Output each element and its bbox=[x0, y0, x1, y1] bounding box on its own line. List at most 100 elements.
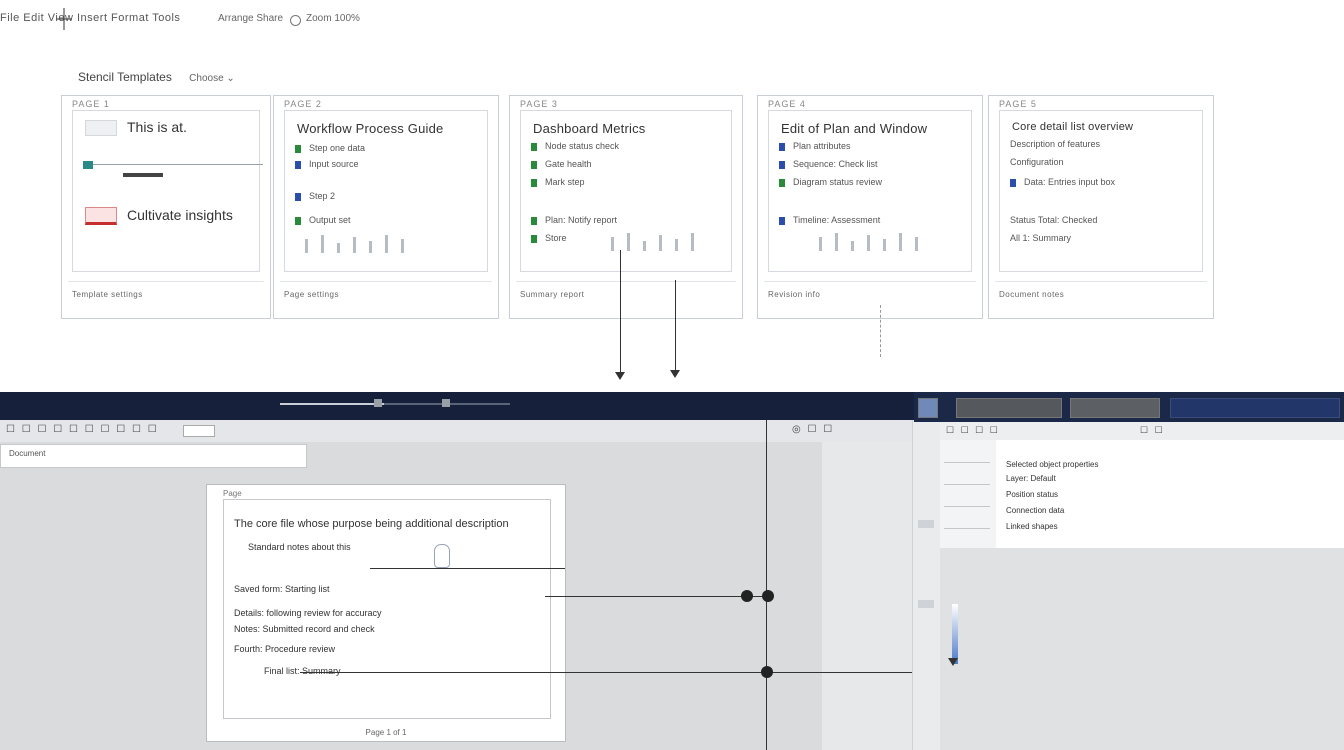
slider-chip bbox=[123, 173, 163, 177]
panel-row-text: Output set bbox=[309, 215, 351, 225]
mini-bars bbox=[809, 229, 951, 251]
template-panel-5[interactable]: PAGE 5 Core detail list overview Descrip… bbox=[988, 95, 1214, 319]
panel-row: Cultivate insights bbox=[85, 207, 233, 226]
panel-row-text: Plan: Notify report bbox=[545, 215, 618, 225]
panel-row: Gate health bbox=[531, 159, 592, 169]
zoom-control[interactable]: Zoom 100% bbox=[306, 13, 360, 24]
template-panel-2[interactable]: PAGE 2 Workflow Process Guide Step one d… bbox=[273, 95, 499, 319]
inspector-line: Position status bbox=[1006, 490, 1059, 499]
inspector-line: Linked shapes bbox=[1006, 522, 1058, 531]
panel-row-text: Description of features bbox=[1010, 139, 1101, 149]
document-line: Details: following review for accuracy bbox=[234, 608, 382, 618]
panel-footer-text: Summary report bbox=[520, 290, 585, 299]
document-page[interactable]: Page The core file whose purpose being a… bbox=[206, 484, 566, 742]
panel-title: Dashboard Metrics bbox=[533, 121, 646, 136]
panel-title: Workflow Process Guide bbox=[297, 121, 444, 136]
panel-row-text: Mark step bbox=[545, 177, 585, 187]
panel-row-text: Timeline: Assessment bbox=[793, 215, 881, 225]
progress-marker-icon bbox=[374, 399, 382, 407]
inspector-tools[interactable]: ☐ ☐ ☐ ☐ bbox=[946, 425, 1000, 436]
connector-line bbox=[766, 420, 767, 750]
document-body: The core file whose purpose being additi… bbox=[223, 499, 551, 719]
panel-header: PAGE 3 bbox=[520, 99, 558, 109]
thumbnail-tab[interactable] bbox=[1070, 398, 1160, 418]
panel-row-text: This is at. bbox=[127, 119, 187, 135]
inspector-panel: Selected object properties Layer: Defaul… bbox=[996, 440, 1344, 549]
panel-row: Description of features bbox=[1010, 139, 1100, 149]
panel-footer-text: Document notes bbox=[999, 290, 1065, 299]
inspector-toolbar: ☐ ☐ ☐ ☐ ☐ ☐ bbox=[940, 422, 1344, 441]
template-panel-1[interactable]: PAGE 1 This is at. Cultivate insights Te… bbox=[61, 95, 271, 319]
progress-marker-icon bbox=[442, 399, 450, 407]
document-line: Fourth: Procedure review bbox=[234, 644, 336, 654]
document-line: Standard notes about this bbox=[248, 542, 351, 552]
panel-row: All 1: Summary bbox=[1010, 233, 1071, 243]
panel-footer-text: Template settings bbox=[72, 290, 143, 299]
status-green-icon bbox=[295, 144, 301, 153]
panel-row: Data: Entries input box bbox=[1010, 177, 1115, 187]
panel-row: Plan attributes bbox=[779, 141, 851, 151]
panel-row: Timeline: Assessment bbox=[779, 215, 880, 225]
mini-bars bbox=[295, 231, 467, 253]
inspector-titlebar bbox=[914, 392, 1344, 422]
slider-knob[interactable] bbox=[83, 161, 93, 169]
panel-footer: Revision info bbox=[764, 281, 976, 304]
progress-fill bbox=[280, 403, 384, 405]
arrange-menu[interactable]: Arrange Share bbox=[218, 13, 283, 24]
connector-line bbox=[545, 596, 770, 597]
zoom-icon[interactable] bbox=[290, 15, 301, 26]
panel-row-text: Node status check bbox=[545, 141, 620, 151]
panel-row: Node status check bbox=[531, 141, 619, 151]
panel-title: Edit of Plan and Window bbox=[781, 121, 928, 136]
panel-header: PAGE 4 bbox=[768, 99, 806, 109]
section-dropdown[interactable]: Choose ⌄ bbox=[189, 73, 235, 84]
inspector-tools-right[interactable]: ☐ ☐ bbox=[1140, 425, 1165, 436]
panel-row-text: Store bbox=[545, 233, 567, 243]
menu-bar[interactable]: File Edit View Insert Format Tools bbox=[0, 12, 180, 24]
panel-footer: Template settings bbox=[68, 281, 264, 304]
panel-body: This is at. Cultivate insights bbox=[72, 110, 263, 272]
panel-row: This is at. bbox=[85, 119, 187, 137]
document-line: The core file whose purpose being additi… bbox=[234, 518, 509, 530]
toolbar-buttons[interactable]: ☐ ☐ ☐ ☐ ☐ ☐ ☐ ☐ ☐ ☐ bbox=[6, 424, 159, 435]
panel-footer: Document notes bbox=[995, 281, 1207, 304]
panel-header: PAGE 1 bbox=[72, 99, 110, 109]
panel-row-text: Step 2 bbox=[309, 191, 336, 201]
status-blue-icon bbox=[1010, 178, 1016, 187]
panel-row: Diagram status review bbox=[779, 177, 882, 187]
scrollbar[interactable] bbox=[952, 604, 958, 664]
alert-slot-icon bbox=[85, 207, 117, 226]
panel-row-text: Gate health bbox=[545, 159, 592, 169]
app-titlebar bbox=[0, 392, 938, 420]
toolbar-input[interactable] bbox=[183, 425, 215, 437]
connector-line bbox=[620, 250, 621, 372]
document-header: Page bbox=[223, 489, 242, 498]
status-green-icon bbox=[531, 178, 537, 187]
connector-node-icon[interactable] bbox=[761, 666, 773, 678]
thumbnail-tab[interactable] bbox=[956, 398, 1062, 418]
panel-row-text: Step one data bbox=[309, 143, 366, 153]
panel-row: Status Total: Checked bbox=[1010, 215, 1097, 225]
window-icon[interactable] bbox=[918, 398, 938, 418]
address-field[interactable]: Document bbox=[0, 444, 307, 468]
app-toolbar: ☐ ☐ ☐ ☐ ☐ ☐ ☐ ☐ ☐ ☐ ◎ ☐ ☐ bbox=[0, 420, 938, 443]
panel-footer-text: Revision info bbox=[768, 290, 821, 299]
connector-node-icon[interactable] bbox=[741, 590, 753, 602]
status-green-icon bbox=[531, 216, 537, 225]
scroll-down-icon[interactable] bbox=[948, 658, 958, 666]
level-slider[interactable] bbox=[83, 161, 263, 177]
panel-row: Configuration bbox=[1010, 157, 1064, 167]
inspector-lower-area bbox=[940, 548, 1344, 750]
status-blue-icon bbox=[779, 216, 785, 225]
panel-row: Sequence: Check list bbox=[779, 159, 878, 169]
section-title-text: Stencil Templates bbox=[78, 70, 172, 84]
template-panel-4[interactable]: PAGE 4 Edit of Plan and Window Plan attr… bbox=[757, 95, 983, 319]
panel-footer: Summary report bbox=[516, 281, 736, 304]
toolbar-buttons-right[interactable]: ◎ ☐ ☐ bbox=[792, 424, 834, 435]
inspector-line: Selected object properties bbox=[1006, 460, 1099, 469]
template-panel-3[interactable]: PAGE 3 Dashboard Metrics Node status che… bbox=[509, 95, 743, 319]
connector-node-icon[interactable] bbox=[762, 590, 774, 602]
status-blue-icon bbox=[295, 192, 301, 201]
thumbnail-tab[interactable] bbox=[1170, 398, 1340, 418]
section-dropdown-label: Choose bbox=[189, 73, 224, 84]
